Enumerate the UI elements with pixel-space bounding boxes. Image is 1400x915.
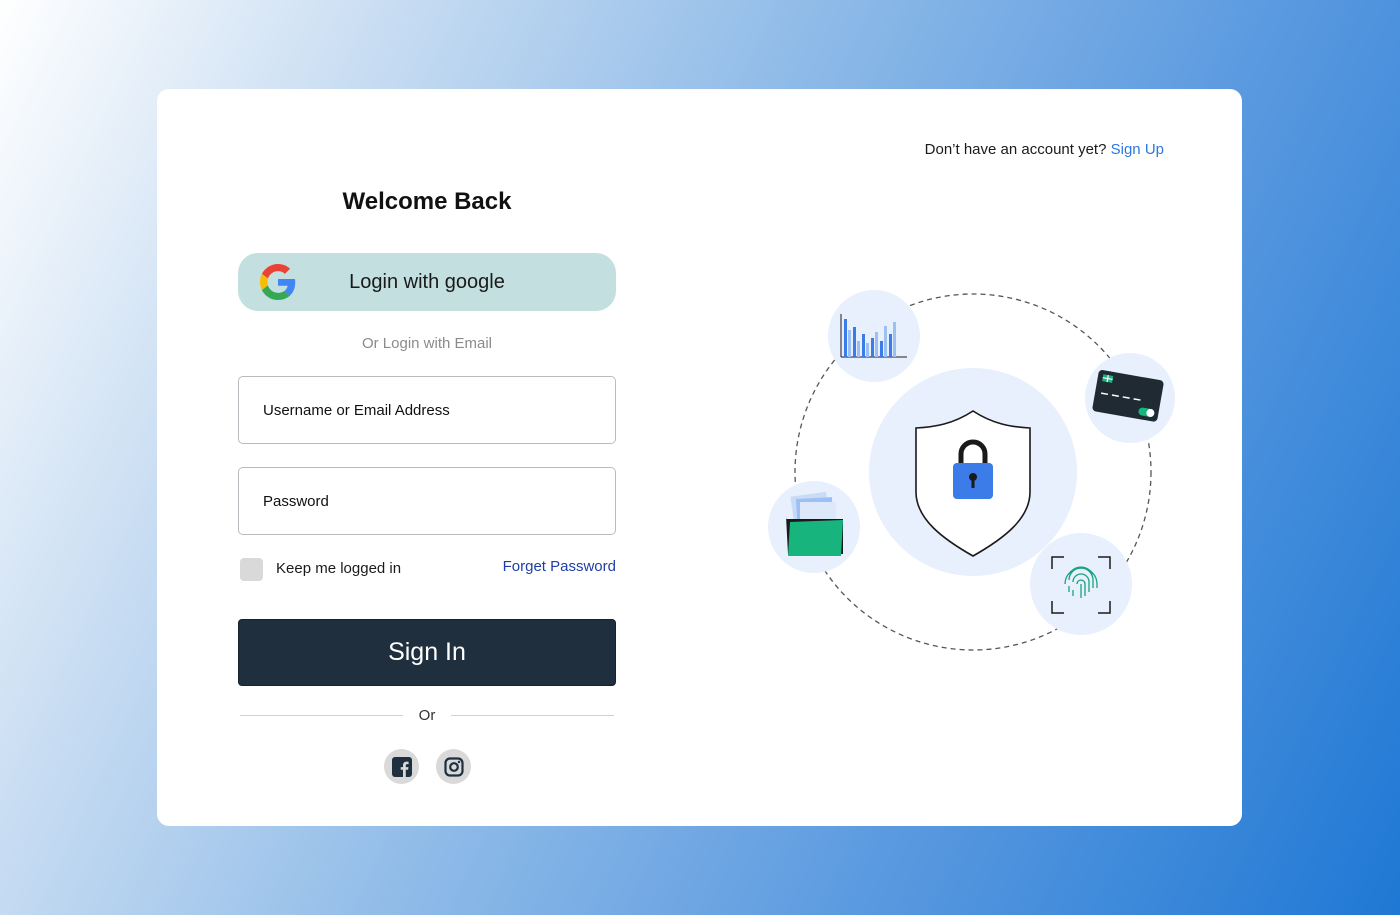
or-divider: Or bbox=[240, 706, 614, 724]
divider-line-right bbox=[451, 715, 614, 716]
forget-password-link[interactable]: Forget Password bbox=[503, 558, 616, 575]
instagram-button[interactable] bbox=[436, 749, 471, 784]
facebook-button[interactable] bbox=[384, 749, 419, 784]
or-login-email-text: Or Login with Email bbox=[361, 335, 493, 352]
login-card: Don’t have an account yet? Sign Up Welco… bbox=[157, 89, 1242, 826]
folder-icon bbox=[768, 481, 860, 573]
password-input[interactable] bbox=[261, 468, 595, 534]
google-icon bbox=[260, 264, 296, 300]
bar-chart-icon bbox=[828, 290, 920, 382]
signup-link[interactable]: Sign Up bbox=[1111, 141, 1164, 158]
username-field bbox=[238, 376, 616, 444]
password-field bbox=[238, 467, 616, 535]
page-title: Welcome Back bbox=[342, 188, 512, 215]
shield-lock-icon bbox=[869, 368, 1077, 576]
keep-logged-in-checkbox[interactable] bbox=[240, 558, 263, 581]
signup-prompt-text: Don’t have an account yet? bbox=[924, 141, 1107, 158]
sign-in-button[interactable]: Sign In bbox=[238, 619, 616, 686]
keep-logged-in-label: Keep me logged in bbox=[276, 560, 402, 577]
google-login-button[interactable]: Login with google bbox=[238, 253, 616, 311]
security-illustration bbox=[768, 290, 1175, 651]
fingerprint-icon bbox=[1030, 533, 1132, 635]
instagram-icon bbox=[443, 756, 464, 777]
username-input[interactable] bbox=[261, 377, 595, 443]
signup-prompt: Don’t have an account yet? Sign Up bbox=[925, 141, 1164, 158]
credit-card-icon bbox=[1085, 353, 1175, 443]
facebook-icon bbox=[391, 756, 412, 777]
